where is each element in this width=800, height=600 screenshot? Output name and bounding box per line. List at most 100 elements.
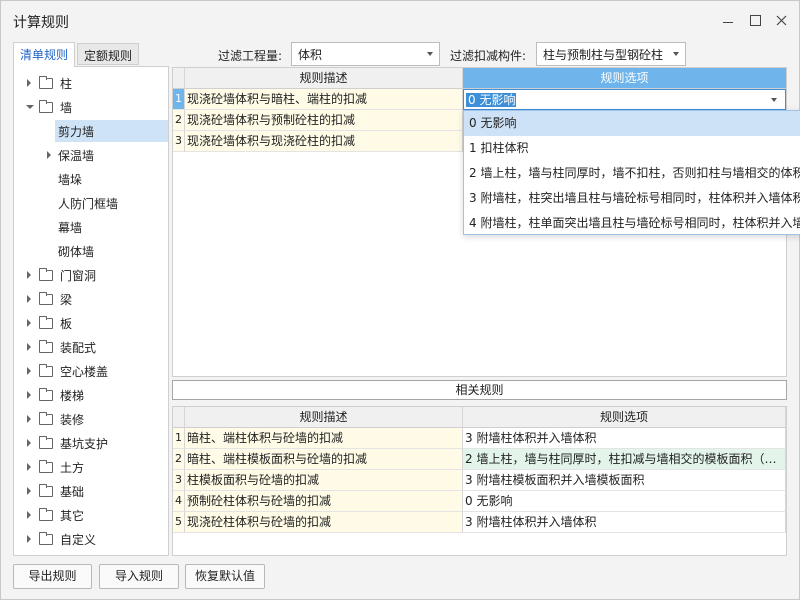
expand-arrow-icon[interactable] xyxy=(27,391,31,399)
tree-item-label: 门窗洞 xyxy=(60,269,97,283)
dropdown-option[interactable]: 1 扣柱体积 xyxy=(464,136,800,161)
chevron-down-icon xyxy=(673,52,679,56)
rule-option-editor[interactable]: 0 无影响 xyxy=(463,89,786,110)
folder-icon xyxy=(39,100,53,113)
tree-item-civil-defense-wall[interactable]: 人防门框墙 xyxy=(14,192,168,214)
expand-arrow-icon[interactable] xyxy=(27,271,31,279)
expand-arrow-icon[interactable] xyxy=(47,151,51,159)
folder-icon xyxy=(39,412,53,425)
tree-item-prefab[interactable]: 装配式 xyxy=(14,336,168,358)
tree-item-label: 墙 xyxy=(60,101,73,115)
expand-arrow-icon[interactable] xyxy=(27,79,31,87)
tree-item-label: 基础 xyxy=(60,485,85,499)
folder-icon xyxy=(39,508,53,521)
expand-arrow-icon[interactable] xyxy=(27,463,31,471)
folder-icon xyxy=(39,484,53,497)
export-rules-button[interactable]: 导出规则 xyxy=(13,564,92,589)
expand-arrow-icon[interactable] xyxy=(27,367,31,375)
folder-icon xyxy=(39,532,53,545)
expand-arrow-icon[interactable] xyxy=(27,487,31,495)
expand-arrow-icon[interactable] xyxy=(27,343,31,351)
dropdown-option[interactable]: 0 无影响 xyxy=(464,111,800,136)
filter-quantity-label: 过滤工程量: xyxy=(218,49,283,63)
related-desc-cell[interactable]: 暗柱、端柱模板面积与砼墙的扣减 xyxy=(185,449,463,470)
dropdown-option[interactable]: 4 附墙柱，柱单面突出墙且柱与墙砼标号相同时，柱体积并入墙 xyxy=(464,211,800,234)
close-icon[interactable] xyxy=(769,9,793,31)
expand-arrow-icon[interactable] xyxy=(27,295,31,303)
filter-quantity-value: 体积 xyxy=(298,48,323,62)
tree-item-column[interactable]: 柱 xyxy=(14,72,168,94)
tree-item-label: 墙垛 xyxy=(58,173,83,187)
tree-item-pit-support[interactable]: 基坑支护 xyxy=(14,432,168,454)
tree-item-foundation[interactable]: 基础 xyxy=(14,480,168,502)
related-rules-grid: 规则描述 规则选项 1 暗柱、端柱体积与砼墙的扣减 3 附墙柱体积并入墙体积 2… xyxy=(172,406,787,556)
tree-item-other[interactable]: 其它 xyxy=(14,504,168,526)
minimize-icon[interactable] xyxy=(716,9,740,31)
tree-item-wall[interactable]: 墙 xyxy=(14,96,168,118)
tree-item-earthwork[interactable]: 土方 xyxy=(14,456,168,478)
related-option-cell[interactable]: 3 附墙柱模板面积并入墙模板面积 xyxy=(463,470,786,491)
related-desc-cell[interactable]: 现浇砼柱体积与砼墙的扣减 xyxy=(185,512,463,533)
filter-component-select[interactable]: 柱与预制柱与型钢砼柱 xyxy=(536,42,686,66)
tree-item-door-window[interactable]: 门窗洞 xyxy=(14,264,168,286)
folder-icon xyxy=(39,388,53,401)
collapse-arrow-icon[interactable] xyxy=(26,105,34,109)
tree-item-label: 自定义 xyxy=(60,533,97,547)
row-number: 3 xyxy=(173,470,185,491)
tree-item-label: 其它 xyxy=(60,509,85,523)
expand-arrow-icon[interactable] xyxy=(27,415,31,423)
rule-option-value: 0 无影响 xyxy=(466,93,517,107)
row-number: 3 xyxy=(173,131,185,152)
related-option-cell[interactable]: 0 无影响 xyxy=(463,491,786,512)
tab-bill-rules[interactable]: 清单规则 xyxy=(13,42,76,67)
tree-item-beam[interactable]: 梁 xyxy=(14,288,168,310)
filter-quantity-select[interactable]: 体积 xyxy=(291,42,440,66)
tree-item-label: 砌体墙 xyxy=(58,245,95,259)
import-rules-button[interactable]: 导入规则 xyxy=(99,564,179,589)
rule-desc-cell[interactable]: 现浇砼墙体积与现浇砼柱的扣减 xyxy=(185,131,463,152)
folder-icon xyxy=(39,340,53,353)
rule-desc-header: 规则描述 xyxy=(185,68,463,89)
dropdown-option[interactable]: 3 附墙柱，柱突出墙且柱与墙砼标号相同时，柱体积并入墙体积 xyxy=(464,186,800,211)
tree-item-label: 柱 xyxy=(60,77,73,91)
related-option-cell[interactable]: 3 附墙柱体积并入墙体积 xyxy=(463,512,786,533)
expand-arrow-icon[interactable] xyxy=(27,319,31,327)
related-desc-cell[interactable]: 暗柱、端柱体积与砼墙的扣减 xyxy=(185,428,463,449)
tree-item-curtain-wall[interactable]: 幕墙 xyxy=(14,216,168,238)
related-desc-cell[interactable]: 预制砼柱体积与砼墙的扣减 xyxy=(185,491,463,512)
related-option-cell[interactable]: 3 附墙柱体积并入墙体积 xyxy=(463,428,786,449)
tree-item-custom[interactable]: 自定义 xyxy=(14,528,168,550)
row-number: 5 xyxy=(173,512,185,533)
tree-item-label: 剪力墙 xyxy=(58,125,95,139)
tree-item-wall-stack[interactable]: 墙垛 xyxy=(14,168,168,190)
tree-item-decoration[interactable]: 装修 xyxy=(14,408,168,430)
tree-item-masonry-wall[interactable]: 砌体墙 xyxy=(14,240,168,262)
rule-option-dropdown: 0 无影响 1 扣柱体积 2 墙上柱，墙与柱同厚时，墙不扣柱，否则扣柱与墙相交的… xyxy=(463,110,800,235)
tree-item-label: 基坑支护 xyxy=(60,437,109,451)
tree-item-hollow-floor[interactable]: 空心楼盖 xyxy=(14,360,168,382)
tree-item-stairs[interactable]: 楼梯 xyxy=(14,384,168,406)
related-desc-cell[interactable]: 柱模板面积与砼墙的扣减 xyxy=(185,470,463,491)
maximize-icon[interactable] xyxy=(743,9,767,31)
tree-item-slab[interactable]: 板 xyxy=(14,312,168,334)
tree-item-insulation-wall[interactable]: 保温墙 xyxy=(14,144,168,166)
related-option-cell[interactable]: 2 墙上柱，墙与柱同厚时，柱扣减与墙相交的模板面积（… xyxy=(463,449,786,470)
rule-option-header: 规则选项 xyxy=(463,68,786,89)
row-number: 4 xyxy=(173,491,185,512)
rule-desc-cell[interactable]: 现浇砼墙体积与预制砼柱的扣减 xyxy=(185,110,463,131)
tab-quota-rules[interactable]: 定额规则 xyxy=(77,43,140,65)
expand-arrow-icon[interactable] xyxy=(27,535,31,543)
expand-arrow-icon[interactable] xyxy=(27,511,31,519)
chevron-down-icon xyxy=(427,52,433,56)
chevron-down-icon[interactable] xyxy=(771,98,777,102)
related-desc-header: 规则描述 xyxy=(185,407,463,428)
rule-desc-cell[interactable]: 现浇砼墙体积与暗柱、端柱的扣减 xyxy=(185,89,463,110)
restore-defaults-button[interactable]: 恢复默认值 xyxy=(185,564,265,589)
row-number: 2 xyxy=(173,449,185,470)
expand-arrow-icon[interactable] xyxy=(27,439,31,447)
related-option-header: 规则选项 xyxy=(463,407,786,428)
tree-item-shear-wall[interactable]: 剪力墙 xyxy=(55,120,168,142)
dropdown-option[interactable]: 2 墙上柱，墙与柱同厚时，墙不扣柱，否则扣柱与墙相交的体积 xyxy=(464,161,800,186)
filter-component-value: 柱与预制柱与型钢砼柱 xyxy=(543,48,664,62)
folder-icon xyxy=(39,364,53,377)
